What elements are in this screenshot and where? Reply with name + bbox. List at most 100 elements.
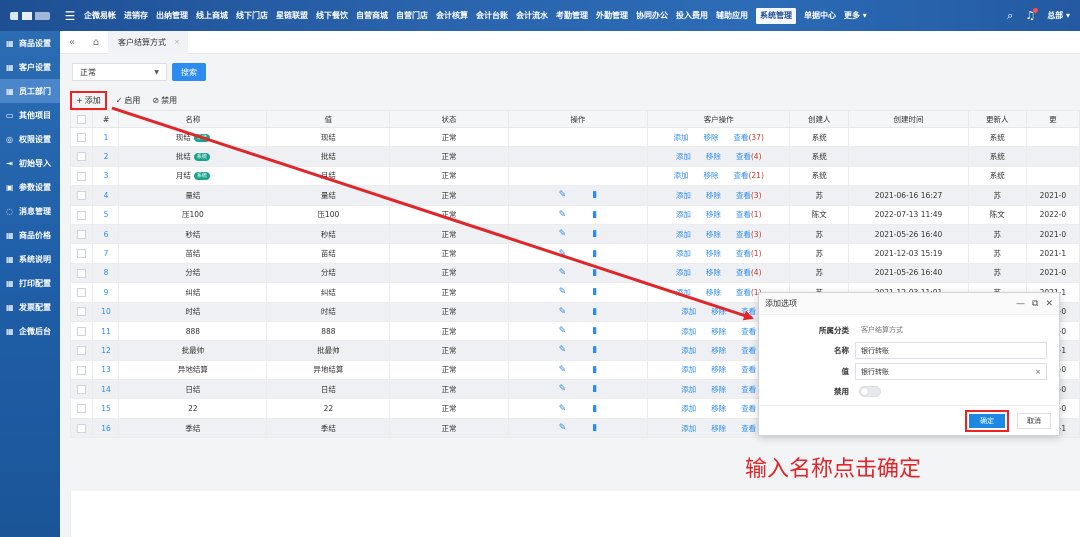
customer-view-link[interactable]: 查看(1) <box>736 248 762 259</box>
customer-add-link[interactable]: 添加 <box>676 248 691 259</box>
nav-item[interactable]: 出纳管理 <box>152 0 192 31</box>
row-checkbox-cell[interactable] <box>69 204 94 225</box>
clear-icon[interactable]: × <box>1035 368 1041 376</box>
user-menu[interactable]: 总部 ▾ <box>1047 10 1070 21</box>
nav-item[interactable]: 系统管理 <box>756 7 796 24</box>
customer-remove-link[interactable]: 移除 <box>706 151 721 162</box>
sidebar-item[interactable]: ⇥ 初始导入 <box>0 151 60 175</box>
row-checkbox-cell[interactable] <box>69 262 94 284</box>
edit-icon[interactable]: ✎ <box>559 210 567 220</box>
table-row[interactable]: 3 月结 系统 月结 正常 添加 移除 查看(21) 系统 系统 <box>69 165 1080 187</box>
customer-remove-link[interactable]: 移除 <box>706 190 721 201</box>
nav-item[interactable]: 企微易帐 <box>80 0 120 31</box>
minimize-icon[interactable]: — <box>1016 299 1025 309</box>
sidebar-item[interactable]: ▦ 发票配置 <box>0 295 60 319</box>
delete-icon[interactable]: ▮ <box>592 190 597 200</box>
sidebar-item[interactable]: ◎ 权限设置 <box>0 127 60 151</box>
customer-add-link[interactable]: 添加 <box>681 423 696 434</box>
disable-button[interactable]: ⊘ 禁用 <box>149 93 180 108</box>
nav-more-dropdown[interactable]: 更多 ▾ <box>840 10 871 21</box>
customer-remove-link[interactable]: 移除 <box>703 132 718 143</box>
row-checkbox[interactable] <box>77 288 87 298</box>
edit-icon[interactable]: ✎ <box>559 345 567 355</box>
customer-add-link[interactable]: 添加 <box>673 132 688 143</box>
row-checkbox[interactable] <box>77 365 87 375</box>
row-checkbox-cell[interactable] <box>69 126 94 148</box>
edit-icon[interactable]: ✎ <box>559 190 567 200</box>
customer-view-link[interactable]: 查看 <box>741 345 756 356</box>
customer-add-link[interactable]: 添加 <box>673 170 688 181</box>
sidebar-item[interactable]: ▦ 商品设置 <box>0 31 60 55</box>
delete-icon[interactable]: ▮ <box>592 345 597 355</box>
edit-icon[interactable]: ✎ <box>559 307 567 317</box>
close-icon[interactable]: ✕ <box>1045 299 1053 309</box>
nav-item[interactable]: 会计核算 <box>432 0 472 31</box>
customer-remove-link[interactable]: 移除 <box>706 248 721 259</box>
nav-item[interactable]: 线下门店 <box>232 0 272 31</box>
nav-item[interactable]: 线下餐饮 <box>312 0 352 31</box>
row-checkbox[interactable] <box>77 132 87 142</box>
nav-item[interactable]: 线上商城 <box>192 0 232 31</box>
edit-icon[interactable]: ✎ <box>559 423 567 433</box>
row-checkbox-cell[interactable] <box>69 223 94 245</box>
row-checkbox-cell[interactable] <box>69 282 94 303</box>
nav-item[interactable]: 投入费用 <box>672 0 712 31</box>
nav-item[interactable]: 进销存 <box>120 0 152 31</box>
customer-view-link[interactable]: 查看(4) <box>736 267 762 278</box>
customer-remove-link[interactable]: 移除 <box>706 229 721 240</box>
delete-icon[interactable]: ▮ <box>592 229 597 239</box>
edit-icon[interactable]: ✎ <box>559 365 567 375</box>
collapse-left-icon[interactable]: « <box>60 31 84 54</box>
table-row[interactable]: 7 苗结 苗结 正常 ✎ ▮ 添加 移除 查看(1) 苏 2021-12-03 15:19 苏 2021… <box>69 243 1080 264</box>
home-icon[interactable]: ⌂ <box>84 31 108 54</box>
sidebar-item[interactable]: ▦ 系统说明 <box>0 247 60 271</box>
row-checkbox[interactable] <box>77 385 87 395</box>
row-checkbox-cell[interactable] <box>69 146 94 167</box>
customer-add-link[interactable]: 添加 <box>676 267 691 278</box>
nav-item[interactable]: 外勤管理 <box>592 0 632 31</box>
sidebar-item[interactable]: ▦ 企微后台 <box>0 319 60 343</box>
delete-icon[interactable]: ▮ <box>592 423 597 433</box>
customer-remove-link[interactable]: 移除 <box>703 170 718 181</box>
customer-view-link[interactable]: 查看 <box>741 364 756 375</box>
sidebar-item[interactable]: ▦ 客户设置 <box>0 55 60 79</box>
disabled-toggle[interactable] <box>859 385 881 397</box>
table-row[interactable]: 6 秒结 秒结 正常 ✎ ▮ 添加 移除 查看(3) 苏 2021-05-26 16:40 苏 2021… <box>69 223 1080 245</box>
customer-remove-link[interactable]: 移除 <box>711 423 726 434</box>
cancel-button[interactable]: 取消 <box>1017 412 1051 429</box>
customer-remove-link[interactable]: 移除 <box>711 384 726 395</box>
customer-add-link[interactable]: 添加 <box>676 151 691 162</box>
customer-remove-link[interactable]: 移除 <box>706 209 721 220</box>
nav-item[interactable]: 会计流水 <box>512 0 552 31</box>
customer-remove-link[interactable]: 移除 <box>711 345 726 356</box>
row-checkbox-cell[interactable] <box>69 359 94 381</box>
row-checkbox-cell[interactable] <box>69 340 94 361</box>
delete-icon[interactable]: ▮ <box>592 249 597 259</box>
table-row[interactable]: 1 现结 系统 现结 正常 添加 移除 查看(37) 系统 系统 <box>69 126 1080 148</box>
row-checkbox-cell[interactable] <box>69 243 94 264</box>
row-checkbox[interactable] <box>77 249 87 259</box>
row-checkbox[interactable] <box>77 210 87 220</box>
customer-view-link[interactable]: 查看(1) <box>736 209 762 220</box>
nav-item[interactable]: 星链联盟 <box>272 0 312 31</box>
delete-icon[interactable]: ▮ <box>592 210 597 220</box>
maximize-icon[interactable]: ⧉ <box>1032 299 1038 309</box>
nav-item[interactable]: 会计台账 <box>472 0 512 31</box>
customer-remove-link[interactable]: 移除 <box>706 287 721 298</box>
customer-view-link[interactable]: 查看 <box>741 403 756 414</box>
customer-add-link[interactable]: 添加 <box>676 190 691 201</box>
table-row[interactable]: 5 压100 压100 正常 ✎ ▮ 添加 移除 查看(1) 陈文 2022-07-13 11:49… <box>69 204 1080 225</box>
customer-view-link[interactable]: 查看(37) <box>733 132 763 143</box>
customer-view-link[interactable]: 查看(3) <box>736 190 762 201</box>
customer-add-link[interactable]: 添加 <box>681 345 696 356</box>
enable-button[interactable]: ✓ 启用 <box>113 93 144 108</box>
customer-view-link[interactable]: 查看(3) <box>736 229 762 240</box>
name-input[interactable]: 银行转账 <box>855 342 1047 359</box>
menu-toggle-icon[interactable]: ☰ <box>60 0 80 31</box>
row-checkbox[interactable] <box>77 423 87 433</box>
customer-add-link[interactable]: 添加 <box>676 209 691 220</box>
row-checkbox[interactable] <box>77 404 87 414</box>
row-checkbox-cell[interactable] <box>69 165 94 187</box>
customer-add-link[interactable]: 添加 <box>681 403 696 414</box>
search-icon[interactable]: ⌕ <box>1007 9 1013 23</box>
